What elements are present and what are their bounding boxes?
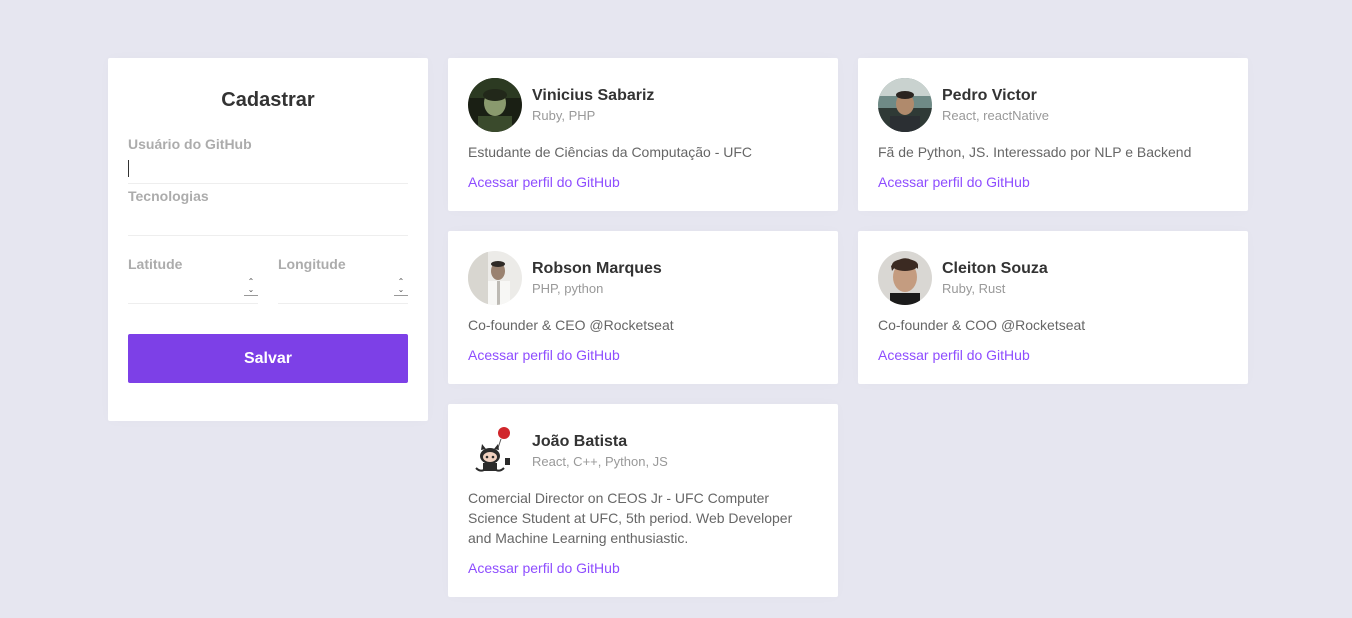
dev-card: João Batista React, C++, Python, JS Come… [448,404,838,597]
register-form-panel: Cadastrar Usuário do GitHub Tecnologias … [108,58,428,421]
dev-bio: Estudante de Ciências da Computação - UF… [468,144,753,160]
latitude-label: Latitude [128,256,183,272]
spin-down-icon[interactable]: ⌄ [248,285,255,294]
github-profile-link[interactable]: Acessar perfil do GitHub [468,172,818,192]
user-info: Cleiton Souza Ruby, Rust [942,259,1048,297]
register-form: Usuário do GitHub Tecnologias Latitude ⌃… [128,136,408,383]
github-profile-link[interactable]: Acessar perfil do GitHub [878,345,1228,365]
avatar [468,78,522,132]
dev-techs: Ruby, Rust [942,281,1006,296]
dev-name: Cleiton Souza [942,260,1048,277]
dev-name: Pedro Victor [942,87,1037,104]
dev-name: Robson Marques [532,260,662,277]
dev-card-header: Vinicius Sabariz Ruby, PHP [468,78,818,132]
dev-card-header: João Batista React, C++, Python, JS [468,424,818,478]
user-info: Pedro Victor React, reactNative [942,86,1049,124]
dev-techs: React, C++, Python, JS [532,454,668,469]
dev-card-header: Robson Marques PHP, python [468,251,818,305]
techs-field: Tecnologias [128,188,408,236]
dev-bio: Comercial Director on CEOS Jr - UFC Comp… [468,490,793,546]
dev-card: Pedro Victor React, reactNative Fã de Py… [858,58,1248,211]
dev-bio: Co-founder & CEO @Rocketseat [468,317,674,333]
dev-card-header: Pedro Victor React, reactNative [878,78,1228,132]
form-title: Cadastrar [221,89,315,111]
avatar [878,78,932,132]
avatar [468,251,522,305]
dev-bio: Co-founder & COO @Rocketseat [878,317,1086,333]
longitude-spinner[interactable]: ⌃ ⌄ [394,276,408,296]
dev-card: Robson Marques PHP, python Co-founder & … [448,231,838,384]
app: Cadastrar Usuário do GitHub Tecnologias … [0,0,1352,618]
dev-bio: Fã de Python, JS. Interessado por NLP e … [878,144,1192,160]
techs-input[interactable] [128,204,408,236]
latitude-field: Latitude ⌃ ⌄ [128,256,258,304]
techs-label: Tecnologias [128,188,209,204]
user-info: Robson Marques PHP, python [532,259,662,297]
coordinates-group: Latitude ⌃ ⌄ Longitude ⌃ ⌄ [128,256,408,304]
user-info: João Batista React, C++, Python, JS [532,432,668,470]
longitude-input[interactable]: ⌃ ⌄ [278,272,408,304]
dev-techs: PHP, python [532,281,604,296]
latitude-input[interactable]: ⌃ ⌄ [128,272,258,304]
spin-down-icon[interactable]: ⌄ [398,285,405,294]
longitude-label: Longitude [278,256,346,272]
dev-card: Vinicius Sabariz Ruby, PHP Estudante de … [448,58,838,211]
dev-techs: Ruby, PHP [532,108,596,123]
save-button[interactable]: Salvar [128,334,408,383]
latitude-spinner[interactable]: ⌃ ⌄ [244,276,258,296]
dev-card: Cleiton Souza Ruby, Rust Co-founder & CO… [858,231,1248,384]
dev-card-header: Cleiton Souza Ruby, Rust [878,251,1228,305]
avatar [878,251,932,305]
github-user-input[interactable] [128,152,408,184]
github-profile-link[interactable]: Acessar perfil do GitHub [468,558,818,578]
github-user-field: Usuário do GitHub [128,136,408,184]
dev-name: João Batista [532,433,628,450]
octocat-avatar [468,424,522,478]
github-profile-link[interactable]: Acessar perfil do GitHub [878,172,1228,192]
dev-techs: React, reactNative [942,108,1049,123]
longitude-field: Longitude ⌃ ⌄ [278,256,408,304]
github-user-label: Usuário do GitHub [128,136,252,152]
dev-name: Vinicius Sabariz [532,87,655,104]
github-profile-link[interactable]: Acessar perfil do GitHub [468,345,818,365]
user-info: Vinicius Sabariz Ruby, PHP [532,86,654,124]
text-caret [128,160,129,177]
